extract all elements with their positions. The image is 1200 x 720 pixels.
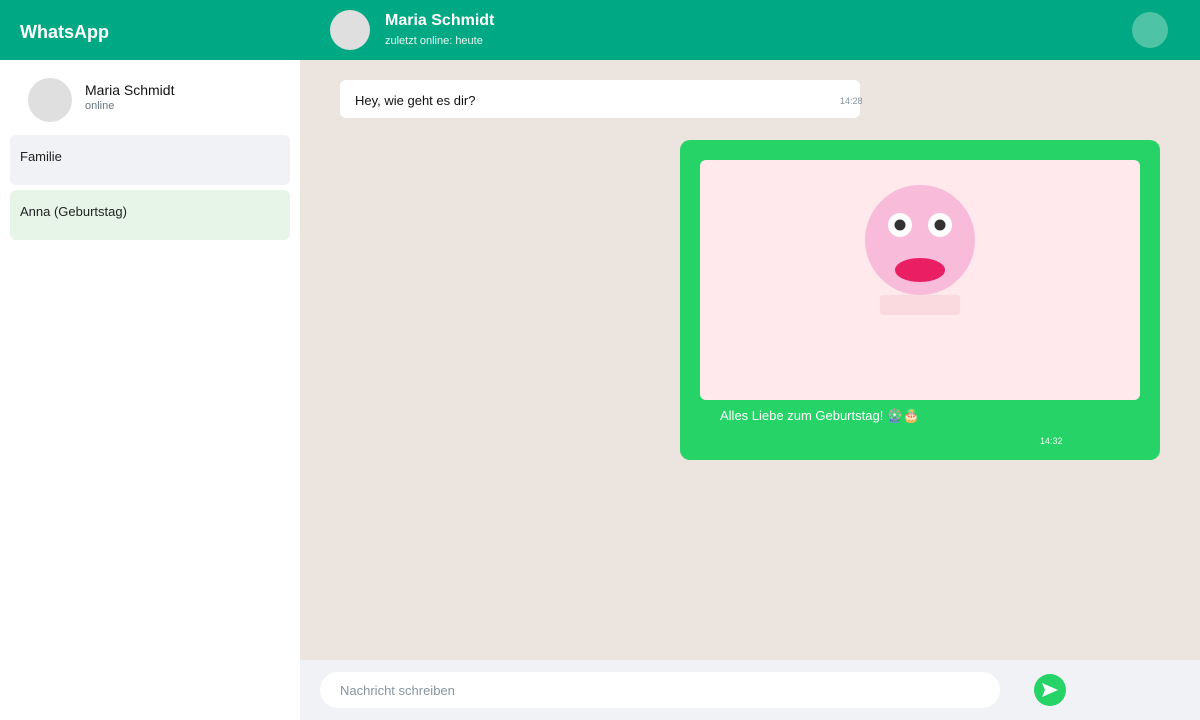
composer <box>300 660 1200 720</box>
contact-avatar[interactable] <box>330 10 370 50</box>
left-pupil <box>894 219 906 231</box>
profile-status: online <box>85 100 115 112</box>
send-icon <box>1042 683 1058 697</box>
whatsapp-app: WhatsApp Maria Schmidt online Familie An… <box>0 0 1200 720</box>
profile-name: Maria Schmidt <box>85 82 175 98</box>
face-neck <box>880 295 960 315</box>
message-outgoing[interactable]: Alles Liebe zum Geburtstag! 🎡🎂 14:32 <box>680 140 1160 460</box>
conversation-header: Maria Schmidt zuletzt online: heute <box>300 0 1200 60</box>
chat-item-familie[interactable]: Familie <box>10 135 290 185</box>
birthday-face-image <box>865 185 975 315</box>
message-list[interactable]: Hey, wie geht es dir? 14:28 Alles Liebe … <box>300 60 1200 660</box>
message-input[interactable] <box>320 672 1000 708</box>
message-time: 14:28 <box>840 96 863 106</box>
right-pupil <box>934 219 946 231</box>
message-image[interactable] <box>700 160 1140 400</box>
profile-card[interactable]: Maria Schmidt online <box>0 60 300 135</box>
chat-item-label: Familie <box>20 149 62 164</box>
contact-name[interactable]: Maria Schmidt <box>385 12 494 30</box>
message-text: Hey, wie geht es dir? <box>355 93 476 108</box>
app-title: WhatsApp <box>20 22 109 42</box>
contact-status: zuletzt online: heute <box>385 35 483 47</box>
conversation-pane: Maria Schmidt zuletzt online: heute Hey,… <box>300 0 1200 720</box>
avatar[interactable] <box>28 78 72 122</box>
send-button[interactable] <box>1034 674 1066 706</box>
message-time: 14:32 <box>1040 436 1063 446</box>
mouth <box>895 258 945 282</box>
sidebar-header: WhatsApp <box>0 0 300 60</box>
chat-item-label: Anna (Geburtstag) <box>20 204 127 219</box>
chat-item-anna-geburtstag[interactable]: Anna (Geburtstag) <box>10 190 290 240</box>
menu-button[interactable] <box>1132 12 1168 48</box>
message-text: Alles Liebe zum Geburtstag! 🎡🎂 <box>720 408 920 423</box>
sidebar: WhatsApp Maria Schmidt online Familie An… <box>0 0 300 720</box>
message-incoming[interactable]: Hey, wie geht es dir? 14:28 <box>340 80 863 118</box>
